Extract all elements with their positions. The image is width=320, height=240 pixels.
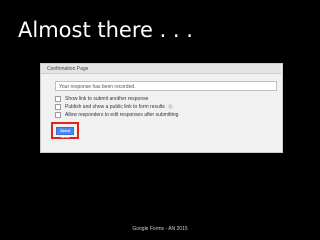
checkbox-publish-results[interactable] [55,104,61,110]
panel-header: Confirmation Page [41,64,281,74]
confirmation-panel: Confirmation Page Show link to submit an… [40,63,283,153]
slide-title: Almost there . . . [18,18,193,42]
confirmation-message-field[interactable] [55,81,277,91]
send-form-button[interactable]: Send form [56,127,74,139]
help-icon[interactable]: ? [167,104,173,109]
option-allow-edit[interactable]: Allow responders to edit responses after… [55,112,275,120]
option-show-link[interactable]: Show link to submit another response [55,96,275,104]
highlight-box: Send form [51,122,79,139]
panel-title: Confirmation Page [47,66,89,72]
option-label: Allow responders to edit responses after… [65,112,179,118]
slide-footer: Google Forms - AN 2015 [132,226,188,232]
checkbox-show-link[interactable] [55,96,61,102]
option-label: Publish and show a public link to form r… [65,104,165,110]
option-label: Show link to submit another response [65,96,149,102]
checkbox-allow-edit[interactable] [55,112,61,118]
option-publish-results[interactable]: Publish and show a public link to form r… [55,104,275,112]
